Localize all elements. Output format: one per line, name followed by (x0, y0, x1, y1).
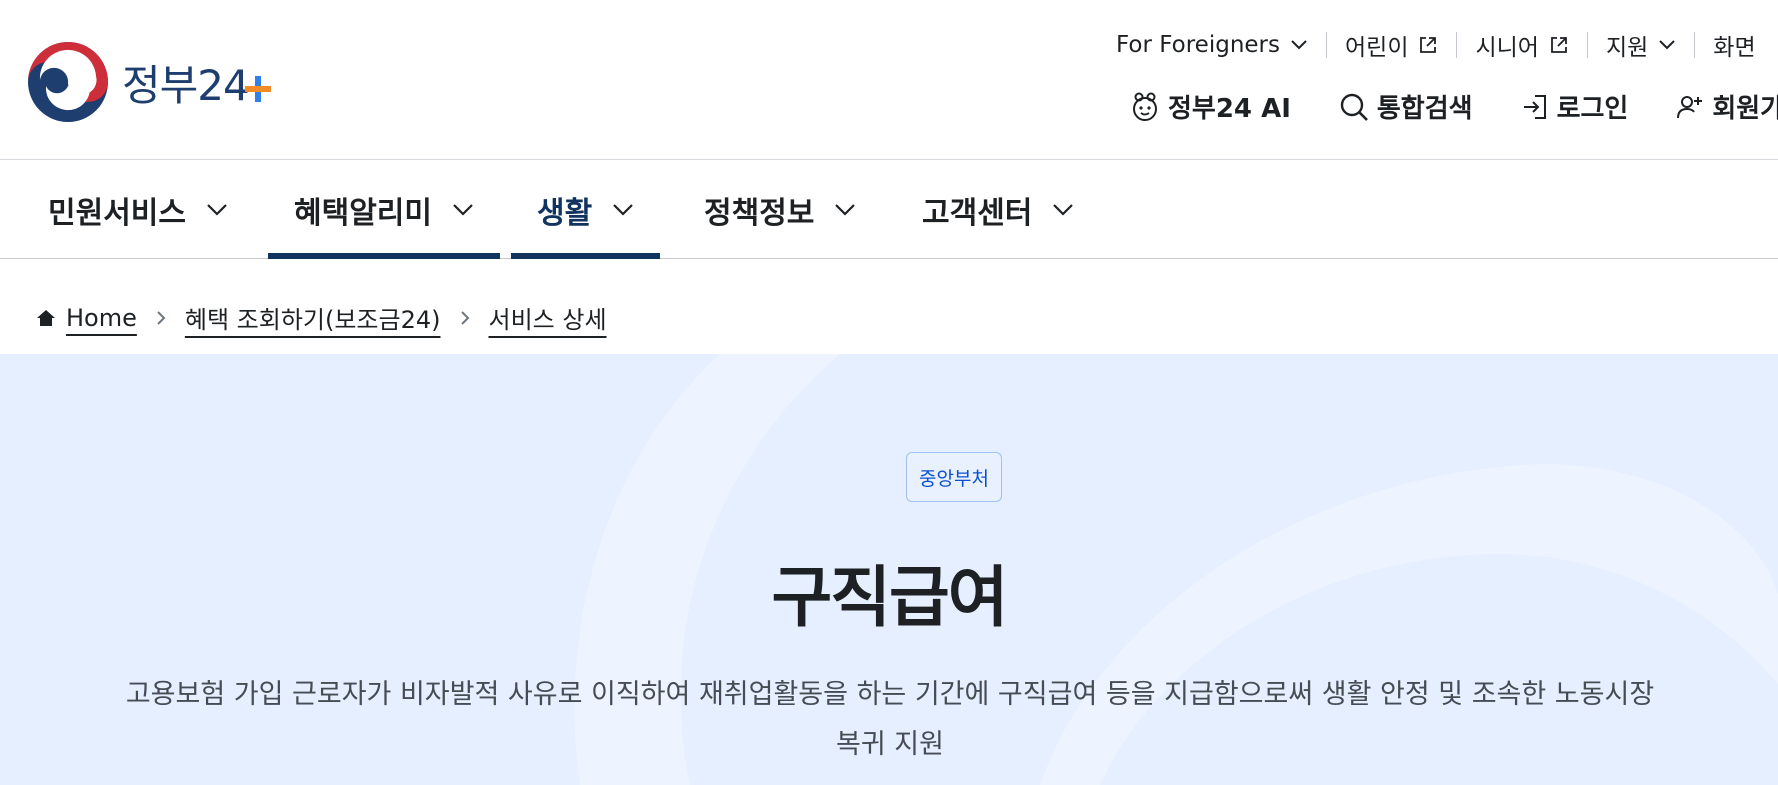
util-label: 시니어 (1475, 35, 1539, 61)
search-button[interactable]: 통합검색 (1339, 88, 1473, 125)
chevron-down-icon (1290, 39, 1308, 51)
ai-assistant-button[interactable]: 정부24 AI (1130, 88, 1291, 125)
chevron-right-icon (155, 309, 167, 327)
external-link-icon (1549, 35, 1569, 55)
util-label: 화면 (1713, 35, 1756, 61)
util-senior[interactable]: 시니어 (1475, 28, 1568, 62)
taegeuk-logo-icon (28, 42, 108, 122)
util-support[interactable]: 지원 (1606, 28, 1676, 62)
chevron-down-icon (452, 203, 474, 217)
gnb-label: 고객센터 (922, 195, 1033, 231)
breadcrumb-home[interactable]: Home (36, 304, 137, 332)
util-label: For Foreigners (1116, 32, 1280, 58)
breadcrumb-benefit-search[interactable]: 혜택 조회하기(보조금24) (185, 300, 441, 335)
ai-mascot-icon (1130, 92, 1160, 122)
breadcrumb-service-detail[interactable]: 서비스 상세 (489, 300, 607, 335)
util-screen[interactable]: 화면 (1713, 28, 1755, 62)
quick-nav: 정부24 AI 통합검색 로그인 회원가입 (1130, 88, 1778, 125)
divider (1586, 32, 1588, 58)
breadcrumb: Home 혜택 조회하기(보조금24) 서비스 상세 (36, 300, 607, 335)
chevron-down-icon (612, 203, 634, 217)
chevron-right-icon (459, 309, 471, 327)
login-icon (1521, 93, 1549, 121)
gnb-benefit-alerts[interactable]: 혜택알리미 (268, 161, 500, 259)
logo-wordmark: 정부24 (122, 52, 271, 113)
util-kids[interactable]: 어린이 (1345, 28, 1438, 62)
util-label: 지원 (1605, 35, 1649, 61)
gnb-label: 혜택알리미 (294, 195, 432, 231)
search-icon (1339, 92, 1369, 122)
chevron-down-icon (1052, 203, 1074, 217)
chevron-down-icon (1658, 39, 1676, 51)
gnb-label: 정책정보 (704, 195, 815, 231)
quick-label: 회원가입 (1712, 94, 1778, 124)
site-logo[interactable]: 정부24 (26, 40, 271, 124)
chevron-down-icon (206, 203, 228, 217)
main-navigation: 민원서비스 혜택알리미 생활 정책정보 고객센터 (0, 161, 1778, 259)
divider (1326, 32, 1327, 58)
divider (1694, 32, 1696, 58)
category-badge: 중앙부처 (906, 452, 1002, 502)
service-description: 고용보험 가입 근로자가 비자발적 사유로 이직하여 재취업활동을 하는 기간에… (125, 679, 1655, 760)
logo-text: 정부24 (122, 60, 250, 110)
page-title: 구직급여 (771, 559, 1009, 636)
gnb-life[interactable]: 생활 (511, 161, 661, 259)
gnb-label: 민원서비스 (48, 195, 186, 231)
gnb-label: 생활 (537, 195, 593, 231)
utility-nav: For Foreigners 어린이 시니어 지원 화면 (1116, 28, 1756, 62)
site-header: 정부24 For Foreigners 어린이 시니어 지원 화면 정부24 A… (0, 0, 1778, 160)
breadcrumb-label: 서비스 상세 (488, 306, 607, 334)
quick-label: 정부24 AI (1168, 94, 1291, 124)
external-link-icon (1418, 35, 1438, 55)
signup-button[interactable]: 회원가입 (1676, 88, 1778, 125)
chevron-down-icon (834, 203, 856, 217)
gnb-policy-info[interactable]: 정책정보 (704, 161, 856, 258)
plus-icon (244, 76, 271, 102)
breadcrumb-label: 혜택 조회하기(보조금24) (184, 306, 441, 334)
quick-label: 로그인 (1556, 94, 1629, 124)
login-button[interactable]: 로그인 (1521, 88, 1629, 125)
divider (1456, 32, 1458, 58)
service-hero: 중앙부처 구직급여 고용보험 가입 근로자가 비자발적 사유로 이직하여 재취업… (0, 354, 1778, 785)
home-icon (36, 308, 56, 328)
gnb-civil-services[interactable]: 민원서비스 (48, 161, 228, 258)
quick-label: 통합검색 (1376, 94, 1473, 124)
util-for-foreigners[interactable]: For Foreigners (1116, 32, 1308, 58)
gnb-customer-center[interactable]: 고객센터 (922, 161, 1074, 258)
user-plus-icon (1676, 93, 1704, 121)
util-label: 어린이 (1345, 35, 1409, 61)
breadcrumb-label: Home (66, 303, 137, 332)
